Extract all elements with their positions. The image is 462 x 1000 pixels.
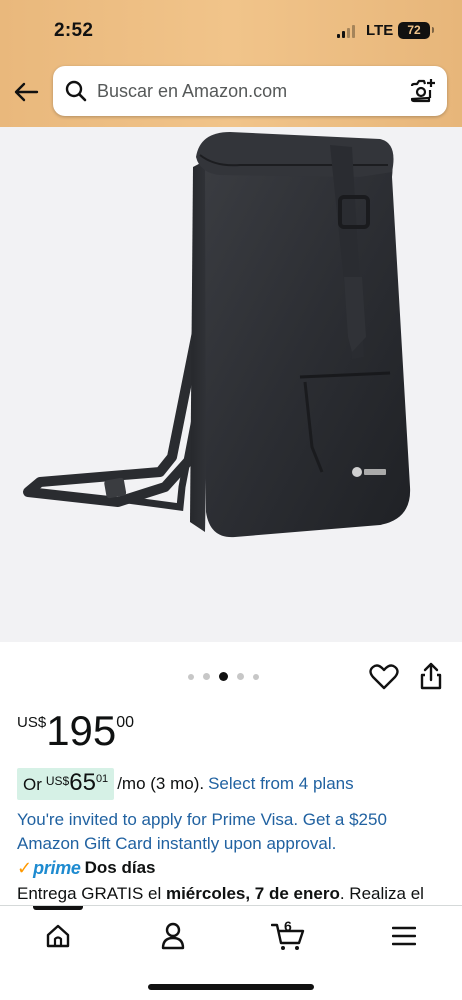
search-bar[interactable]	[53, 66, 447, 116]
back-button[interactable]	[10, 76, 42, 108]
installment-prefix: Or	[23, 775, 42, 794]
installment-offer: Or US$ 65 01 /mo (3 mo). Select from 4 p…	[17, 768, 354, 800]
prime-visa-promo-link[interactable]: You're invited to apply for Prime Visa. …	[17, 808, 447, 856]
price-fraction: 00	[116, 714, 135, 731]
delivery-suffix: . Realiza el	[339, 884, 424, 903]
home-indicator[interactable]	[148, 984, 314, 990]
nav-account[interactable]	[155, 920, 191, 952]
share-button[interactable]	[418, 661, 444, 691]
installment-price-badge: Or US$ 65 01	[17, 768, 115, 800]
gallery-dot[interactable]	[237, 673, 244, 680]
arrow-left-icon	[14, 82, 39, 102]
network-label: LTE	[366, 22, 394, 39]
status-bar: 2:52 LTE 72	[0, 0, 462, 62]
product-price: US$ 195 00	[17, 708, 134, 754]
gallery-dot-active[interactable]	[219, 672, 228, 681]
gallery-dot[interactable]	[203, 673, 210, 680]
delivery-prefix: Entrega GRATIS el	[17, 884, 166, 903]
price-whole: 195	[46, 707, 117, 754]
gallery-dot[interactable]	[253, 673, 259, 680]
gallery-dot[interactable]	[188, 673, 194, 680]
home-icon	[46, 924, 70, 948]
header-bar: 2:52 LTE 72	[0, 0, 462, 127]
heart-icon	[369, 664, 399, 690]
gallery-pagination	[188, 672, 259, 681]
installment-currency: US$	[45, 774, 70, 788]
battery-icon: 72	[398, 22, 434, 39]
prime-check-icon: ✓	[17, 857, 33, 878]
delivery-date: miércoles, 7 de enero	[165, 884, 340, 903]
nav-home[interactable]	[40, 920, 76, 952]
search-icon	[65, 80, 87, 102]
prime-delivery-speed: Dos días	[84, 858, 156, 877]
product-image	[23, 132, 411, 538]
prime-badge: ✓ prime Dos días	[17, 857, 155, 879]
prime-logo: prime	[33, 857, 81, 878]
search-input[interactable]	[97, 78, 397, 104]
installment-whole: 65	[69, 769, 96, 796]
nav-cart[interactable]: 6	[270, 918, 306, 952]
camera-search-icon[interactable]	[409, 78, 435, 104]
select-plans-link[interactable]: Select from 4 plans	[208, 774, 354, 794]
status-time: 2:52	[54, 20, 94, 41]
share-icon	[420, 662, 442, 690]
installment-term: /mo (3 mo).	[117, 774, 205, 793]
bottom-navigation: 6	[0, 905, 462, 1000]
person-icon	[161, 922, 185, 950]
delivery-message: Entrega GRATIS el miércoles, 7 de enero.…	[17, 884, 424, 904]
wishlist-button[interactable]	[369, 662, 399, 692]
price-currency: US$	[17, 714, 47, 731]
active-tab-indicator	[33, 906, 83, 910]
nav-menu[interactable]	[386, 920, 422, 952]
cart-count: 6	[284, 918, 292, 934]
product-image-gallery[interactable]	[0, 127, 462, 642]
signal-icon	[337, 25, 355, 38]
menu-icon	[392, 926, 416, 946]
installment-fraction: 01	[95, 773, 109, 785]
